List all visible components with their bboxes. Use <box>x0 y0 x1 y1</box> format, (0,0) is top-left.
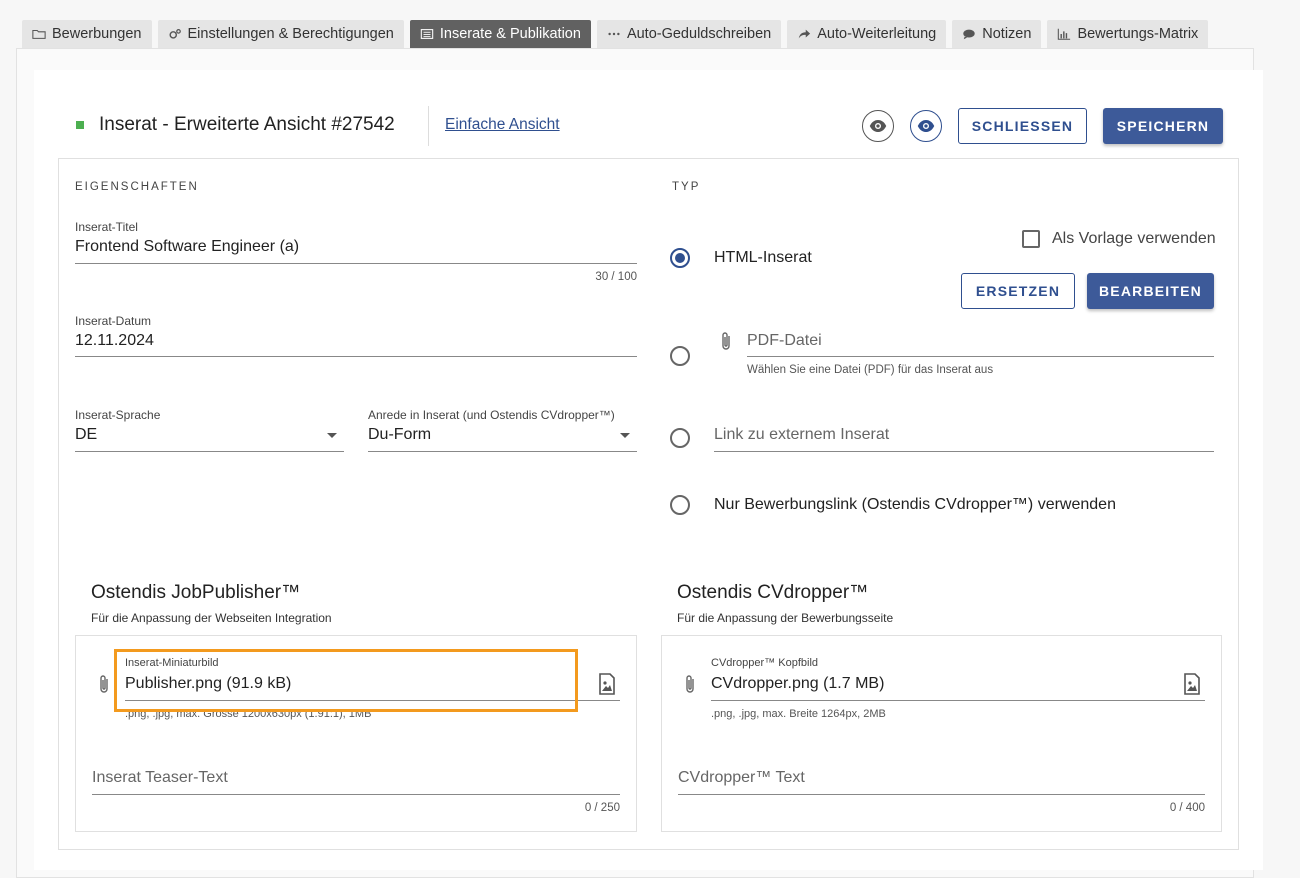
tab-label: Auto-Geduldschreiben <box>626 26 772 42</box>
date-field-label: Inserat-Datum <box>75 314 152 328</box>
pdf-file-hint: Wählen Sie eine Datei (PDF) für das Inse… <box>747 364 994 376</box>
paperclip-icon[interactable] <box>96 673 112 695</box>
cvdropper-text-counter: 0 / 400 <box>1169 802 1205 814</box>
tab-notizen[interactable]: Notizen <box>952 20 1042 48</box>
page-title: Inserat - Erweiterte Ansicht #27542 <box>99 114 395 135</box>
close-button[interactable]: SCHLIESSEN <box>958 108 1087 144</box>
eye-icon <box>917 120 935 132</box>
tab-label: Bewertungs-Matrix <box>1077 26 1199 42</box>
cvdropper-heading: Ostendis CVdropper™ <box>677 582 869 603</box>
section-type-label: TYP <box>672 181 701 193</box>
pdf-file-input[interactable]: PDF-Datei <box>747 332 822 350</box>
external-link-input[interactable]: Link zu externem Inserat <box>714 426 889 444</box>
tab-label: Auto-Weiterleitung <box>817 26 937 42</box>
edit-button[interactable]: BEARBEITEN <box>1087 273 1214 309</box>
salutation-select-label: Anrede in Inserat (und Ostendis CVdroppe… <box>368 408 615 422</box>
gears-icon <box>168 29 181 39</box>
preview-cvdropper-button[interactable] <box>910 110 942 142</box>
chevron-down-icon[interactable] <box>327 433 337 438</box>
date-field[interactable]: 12.11.2024 <box>75 332 154 350</box>
tab-label: Inserate & Publikation <box>439 26 581 42</box>
title-counter: 30 / 100 <box>595 271 637 283</box>
date-field-underline <box>75 356 637 357</box>
header-image-underline <box>711 700 1205 701</box>
paperclip-icon[interactable] <box>718 330 734 352</box>
cvdropper-description: Für die Anpassung der Bewerbungsseite <box>677 611 894 625</box>
radio-apply-link-label: Nur Bewerbungslink (Ostendis CVdropper™)… <box>714 496 1116 513</box>
radio-html[interactable] <box>670 248 690 268</box>
tab-bewerbungen[interactable]: Bewerbungen <box>22 20 152 48</box>
tab-label: Einstellungen & Berechtigungen <box>187 26 394 42</box>
tab-inserate[interactable]: Inserate & Publikation <box>409 20 591 48</box>
teaser-text-input[interactable]: Inserat Teaser-Text <box>92 769 228 787</box>
preview-button[interactable] <box>862 110 894 142</box>
tab-bewertungs-matrix[interactable]: Bewertungs-Matrix <box>1047 20 1209 48</box>
bar-chart-icon <box>1058 28 1071 40</box>
salutation-select[interactable]: Du-Form <box>368 426 431 444</box>
image-file-icon[interactable] <box>1183 673 1201 695</box>
status-dot <box>76 121 84 129</box>
cvdropper-text-underline <box>678 794 1205 795</box>
title-field-underline <box>75 263 637 264</box>
chevron-down-icon[interactable] <box>620 433 630 438</box>
radio-apply-link-only[interactable] <box>670 495 690 515</box>
tab-einstellungen[interactable]: Einstellungen & Berechtigungen <box>157 20 404 48</box>
cvdropper-text-input[interactable]: CVdropper™ Text <box>678 769 805 787</box>
section-properties-label: EIGENSCHAFTEN <box>75 181 199 193</box>
pdf-file-underline <box>747 356 1214 357</box>
jobpublisher-description: Für die Anpassung der Webseiten Integrat… <box>91 611 332 625</box>
thumbnail-highlight <box>114 649 578 712</box>
ellipsis-icon <box>608 32 620 36</box>
language-select[interactable]: DE <box>75 426 97 444</box>
eye-icon <box>869 120 887 132</box>
language-select-underline <box>75 451 344 452</box>
replace-button[interactable]: ERSETZEN <box>961 273 1075 309</box>
header-image-file-field[interactable]: CVdropper.png (1.7 MB) <box>711 675 884 693</box>
tab-auto-weiterleitung[interactable]: Auto-Weiterleitung <box>787 20 947 48</box>
header-divider <box>428 106 429 146</box>
comment-icon <box>963 29 975 40</box>
tab-bar: Bewerbungen Einstellungen & Berechtigung… <box>22 20 1209 48</box>
radio-external-link[interactable] <box>670 428 690 448</box>
external-link-underline <box>714 451 1214 452</box>
template-checkbox[interactable] <box>1022 230 1040 248</box>
radio-html-label: HTML-Inserat <box>714 249 812 266</box>
tab-label: Bewerbungen <box>52 26 142 42</box>
folder-icon <box>32 29 46 39</box>
paperclip-icon[interactable] <box>682 673 698 695</box>
title-field[interactable]: Frontend Software Engineer (a) <box>75 238 299 256</box>
title-field-label: Inserat-Titel <box>75 220 138 234</box>
tab-auto-geduldschreiben[interactable]: Auto-Geduldschreiben <box>596 20 782 48</box>
simple-view-link[interactable]: Einfache Ansicht <box>445 116 560 134</box>
teaser-counter: 0 / 250 <box>584 802 620 814</box>
radio-pdf[interactable] <box>670 346 690 366</box>
share-arrow-icon <box>798 29 811 39</box>
newspaper-icon <box>420 29 434 39</box>
header-image-label: CVdropper™ Kopfbild <box>711 657 819 669</box>
save-button[interactable]: SPEICHERN <box>1103 108 1223 144</box>
template-checkbox-label: Als Vorlage verwenden <box>1052 230 1216 247</box>
header-image-hint: .png, .jpg, max. Breite 1264px, 2MB <box>711 708 886 720</box>
jobpublisher-heading: Ostendis JobPublisher™ <box>91 582 301 603</box>
teaser-text-underline <box>92 794 620 795</box>
salutation-select-underline <box>368 451 637 452</box>
tab-label: Notizen <box>982 26 1032 42</box>
language-select-label: Inserat-Sprache <box>75 408 161 422</box>
image-file-icon[interactable] <box>598 673 616 695</box>
